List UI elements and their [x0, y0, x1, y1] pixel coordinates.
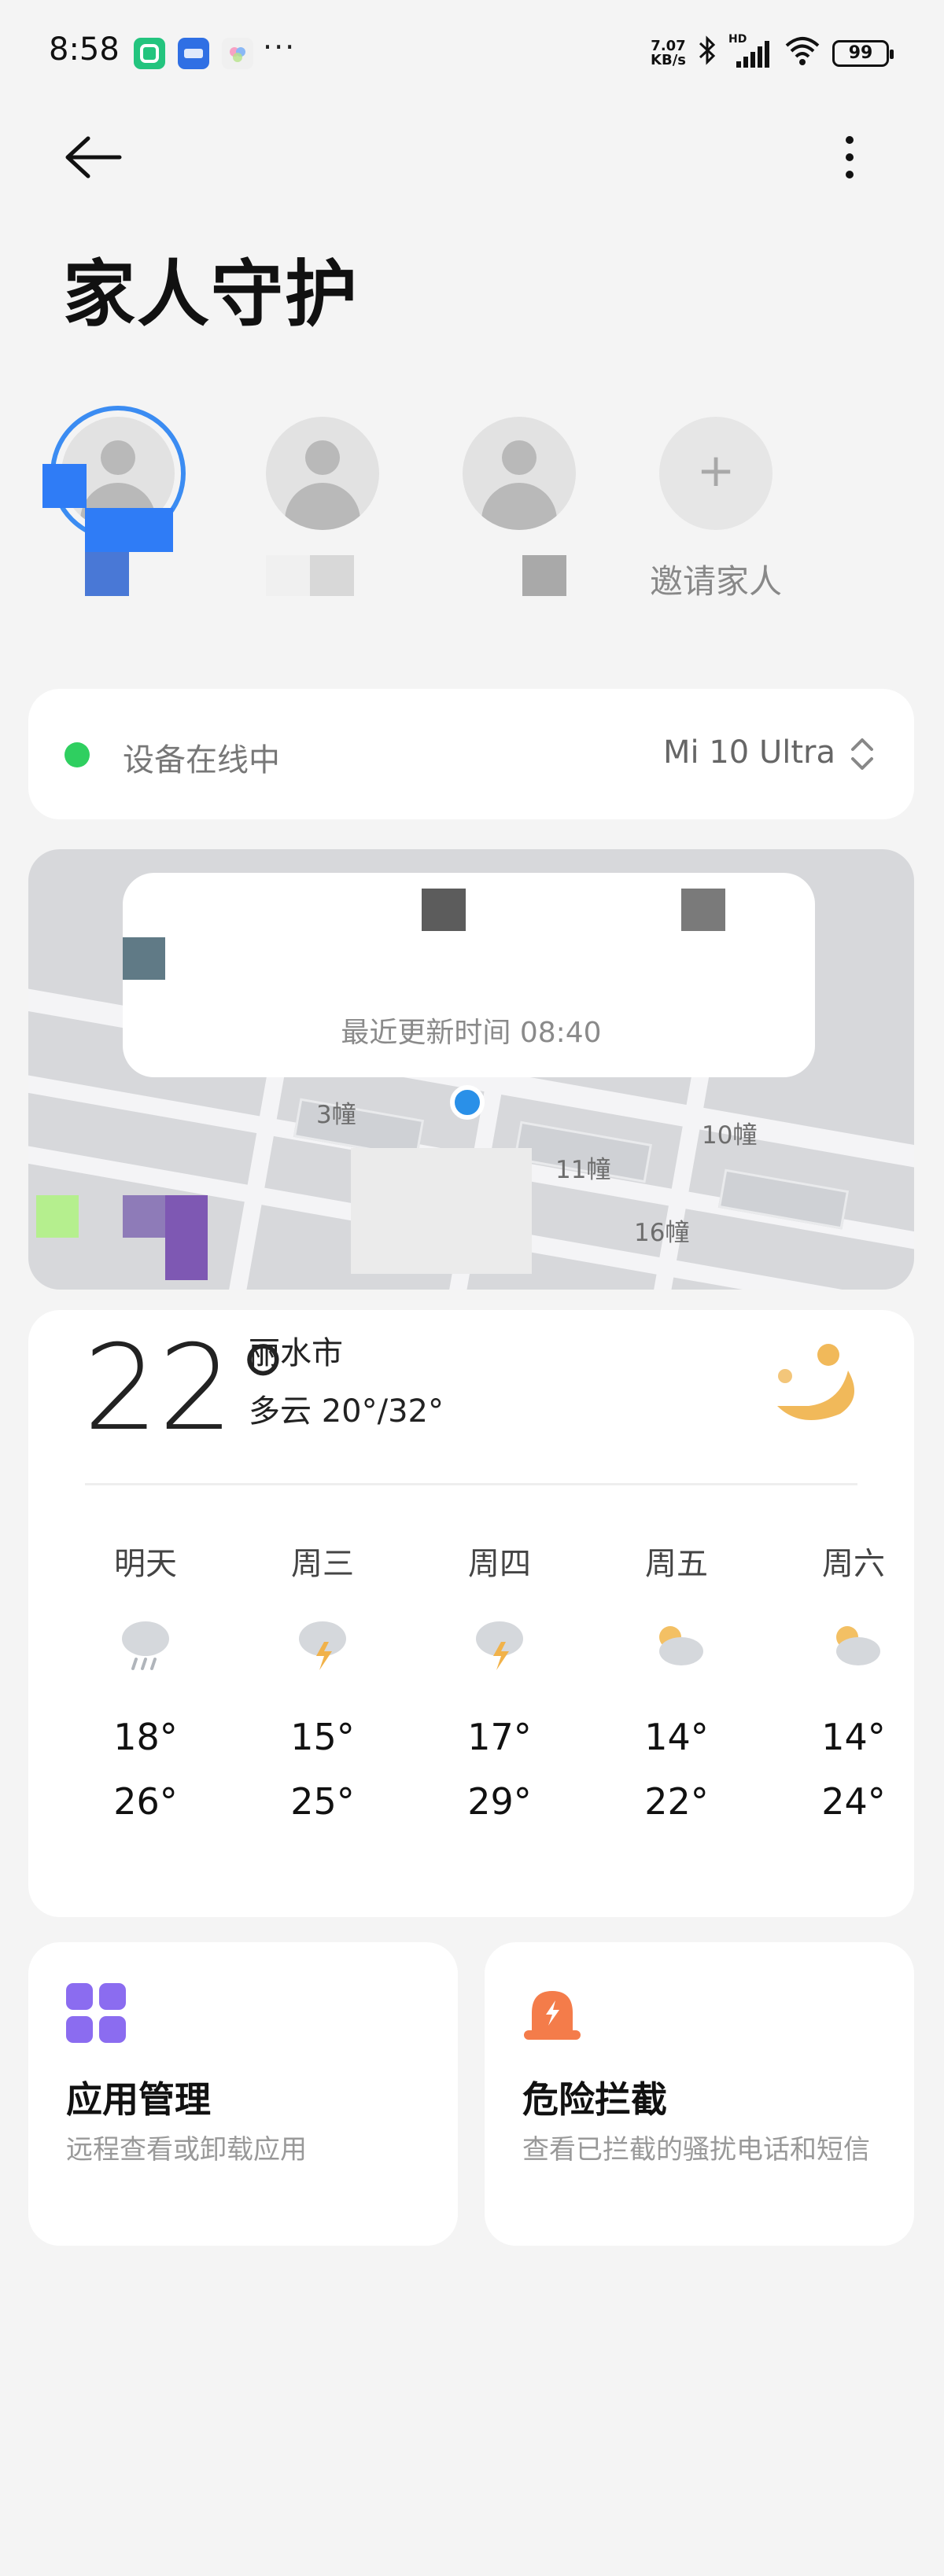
avatar [463, 417, 576, 530]
rain-cloud-icon [122, 1621, 169, 1670]
mosaic-block [351, 1148, 532, 1274]
mosaic-block [85, 552, 129, 596]
danger-intercept-title: 危险拦截 [522, 2078, 667, 2121]
mosaic-block [85, 508, 173, 552]
status-indicators: 7.07 KB/s HD 99 [651, 33, 894, 72]
forecast-low: 18° [113, 1716, 178, 1758]
net-speed: 7.07 KB/s [651, 39, 686, 68]
weather-card[interactable]: 22° 丽水市 多云 20°/32° 明天 18° 26° 周三 15° 25° [28, 1310, 914, 1917]
forecast-low: 14° [644, 1716, 709, 1758]
member-3[interactable] [441, 401, 598, 605]
thunderstorm-icon [299, 1621, 346, 1670]
forecast-day: 明天 18° 26° [79, 1538, 212, 1823]
forecast-high: 22° [644, 1780, 709, 1823]
forecast-day: 周四 17° 29° [433, 1538, 566, 1823]
battery-indicator: 99 [832, 40, 894, 67]
thunderstorm-icon [476, 1621, 523, 1670]
city-name: 丽水市 [249, 1335, 343, 1371]
page-title: 家人守护 [63, 252, 360, 337]
device-status-card[interactable]: 设备在线中 Mi 10 Ultra [28, 689, 914, 819]
forecast-day: 周五 14° 22° [610, 1538, 743, 1823]
mosaic-block [681, 889, 725, 931]
forecast-low: 17° [467, 1716, 532, 1758]
location-pin-icon [450, 1085, 485, 1120]
danger-intercept-card[interactable]: 危险拦截 查看已拦截的骚扰电话和短信 [485, 1942, 914, 2246]
invite-circle: + [659, 417, 773, 530]
mosaic-block [310, 555, 354, 596]
device-status-text: 设备在线中 [123, 742, 280, 778]
forecast-high: 24° [821, 1780, 886, 1823]
app-management-desc: 远程查看或卸载应用 [66, 2134, 307, 2166]
online-status-dot [65, 742, 90, 767]
avatar [266, 417, 379, 530]
current-condition: 多云 20°/32° [249, 1393, 444, 1430]
forecast-day-label: 周六 [822, 1546, 885, 1582]
forecast-low: 15° [290, 1716, 355, 1758]
building-label: 16幢 [634, 1219, 690, 1247]
plus-icon: + [696, 443, 736, 497]
partly-cloudy-icon [659, 1626, 703, 1665]
more-options-button[interactable] [826, 126, 873, 189]
danger-intercept-desc: 查看已拦截的骚扰电话和短信 [522, 2134, 870, 2166]
mosaic-block [266, 555, 310, 596]
alarm-light-icon [524, 1991, 581, 2040]
family-guard-page: 8:58 ··· 7.07 KB/s HD 99 家人守护 + 邀请家人 设备在… [0, 0, 944, 2576]
invite-family-button[interactable]: + 邀请家人 [637, 401, 795, 605]
forecast-day-label: 周三 [291, 1546, 354, 1582]
forecast-day: 周六 14° 24° [787, 1538, 920, 1823]
building-label: 11幢 [555, 1156, 611, 1184]
last-updated-text: 最近更新时间 08:40 [341, 1017, 602, 1049]
bluetooth-icon [697, 35, 717, 72]
device-name: Mi 10 Ultra [663, 734, 835, 771]
app-grid-icon [66, 1983, 126, 2043]
mosaic-block [36, 1195, 79, 1238]
location-map[interactable]: 最近更新时间 08:40 3幢 10幢 11幢 16幢 [28, 849, 914, 1290]
mosaic-block [123, 1195, 165, 1238]
mosaic-block [123, 937, 165, 980]
assistant-app-icon [222, 38, 253, 69]
forecast-day-label: 明天 [114, 1546, 177, 1582]
status-more-dots: ··· [263, 30, 297, 64]
forecast-high: 26° [113, 1780, 178, 1823]
building-label: 10幢 [702, 1121, 758, 1150]
smart-app-icon [178, 38, 209, 69]
mosaic-block [522, 555, 566, 596]
sunny-icon [777, 1344, 854, 1420]
status-bar: 8:58 ··· 7.07 KB/s HD 99 [0, 0, 944, 102]
device-switch-icon[interactable] [848, 734, 876, 774]
mosaic-block [422, 889, 466, 931]
more-vertical-icon [846, 136, 854, 178]
forecast-high: 29° [467, 1780, 532, 1823]
forecast-day: 周三 15° 25° [256, 1538, 389, 1823]
app-management-title: 应用管理 [66, 2078, 211, 2121]
family-members-row: + 邀请家人 [39, 401, 905, 605]
net-speed-unit: KB/s [651, 52, 686, 68]
wifi-icon [784, 35, 821, 72]
back-arrow-icon [65, 136, 122, 178]
signal-icon: HD [728, 33, 773, 69]
back-button[interactable] [61, 132, 127, 182]
invite-label: 邀请家人 [649, 562, 782, 601]
partly-cloudy-icon [836, 1626, 880, 1665]
forecast-low: 14° [821, 1716, 886, 1758]
mi-home-app-icon [134, 38, 165, 69]
forecast-high: 25° [290, 1780, 355, 1823]
forecast-day-label: 周五 [645, 1546, 708, 1582]
mosaic-block [165, 1195, 208, 1280]
member-2[interactable] [244, 401, 401, 605]
status-time: 8:58 [49, 31, 120, 68]
building-label: 3幢 [316, 1101, 356, 1129]
mosaic-block [42, 464, 87, 508]
app-management-card[interactable]: 应用管理 远程查看或卸载应用 [28, 1942, 458, 2246]
member-1[interactable] [39, 401, 197, 605]
weather-divider [85, 1483, 857, 1485]
forecast-day-label: 周四 [468, 1546, 531, 1582]
